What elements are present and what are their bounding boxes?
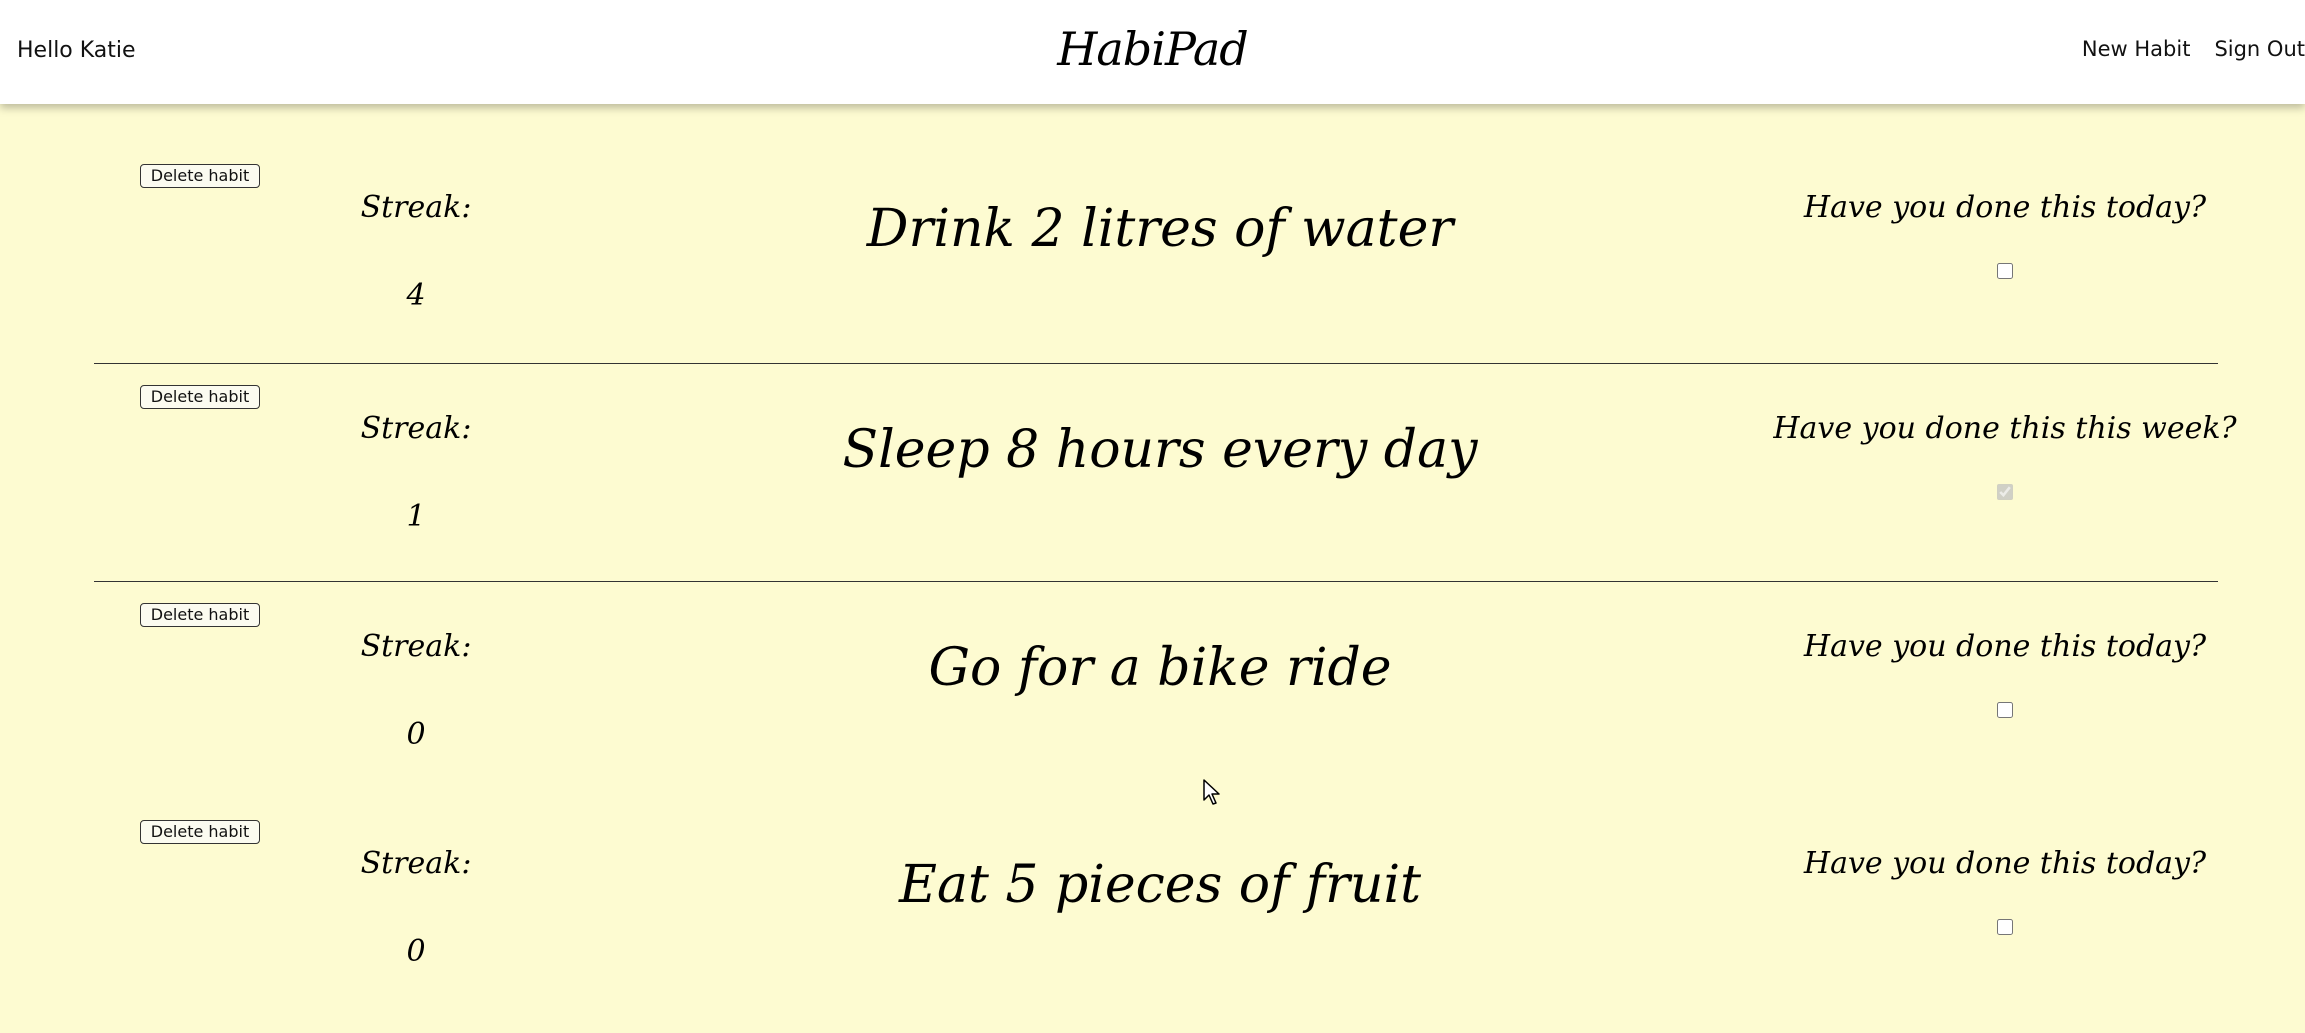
streak-value: 0	[406, 934, 426, 969]
habit-title: Sleep 8 hours every day	[842, 420, 1478, 480]
habit-title: Drink 2 litres of water	[866, 199, 1454, 259]
sign-out-link[interactable]: Sign Out	[2214, 34, 2305, 64]
habit-title: Eat 5 pieces of fruit	[898, 855, 1421, 915]
navbar: Hello Katie HabiPad New Habit Sign Out	[0, 0, 2305, 104]
delete-habit-button[interactable]: Delete habit	[140, 385, 260, 409]
habit-title: Go for a bike ride	[928, 638, 1392, 698]
done-question: Have you done this today?	[1803, 846, 2207, 881]
brand-logo[interactable]: HabiPad	[0, 18, 2305, 80]
done-checkbox[interactable]	[1997, 484, 2013, 500]
habit-card: Delete habit Streak: 4 Drink 2 litres of…	[0, 164, 2305, 384]
done-checkbox[interactable]	[1997, 919, 2013, 935]
nav-links: New Habit Sign Out	[2082, 34, 2305, 64]
done-question: Have you done this this week?	[1773, 411, 2237, 446]
streak-value: 0	[406, 717, 426, 752]
new-habit-link[interactable]: New Habit	[2082, 34, 2191, 64]
delete-habit-button[interactable]: Delete habit	[140, 603, 260, 627]
habit-card: Delete habit Streak: 1 Sleep 8 hours eve…	[0, 385, 2305, 605]
streak-value: 4	[406, 278, 426, 313]
done-question: Have you done this today?	[1803, 190, 2207, 225]
streak-label: Streak:	[360, 190, 472, 225]
streak-value: 1	[406, 499, 426, 534]
done-checkbox[interactable]	[1997, 702, 2013, 718]
done-checkbox[interactable]	[1997, 263, 2013, 279]
habit-card: Delete habit Streak: 0 Eat 5 pieces of f…	[0, 820, 2305, 1033]
streak-label: Streak:	[360, 411, 472, 446]
done-question: Have you done this today?	[1803, 629, 2207, 664]
delete-habit-button[interactable]: Delete habit	[140, 164, 260, 188]
habit-divider	[94, 363, 2218, 364]
habit-divider	[94, 581, 2218, 582]
streak-label: Streak:	[360, 846, 472, 881]
mouse-cursor-icon	[1203, 779, 1220, 805]
habit-card: Delete habit Streak: 0 Go for a bike rid…	[0, 603, 2305, 823]
streak-label: Streak:	[360, 629, 472, 664]
delete-habit-button[interactable]: Delete habit	[140, 820, 260, 844]
